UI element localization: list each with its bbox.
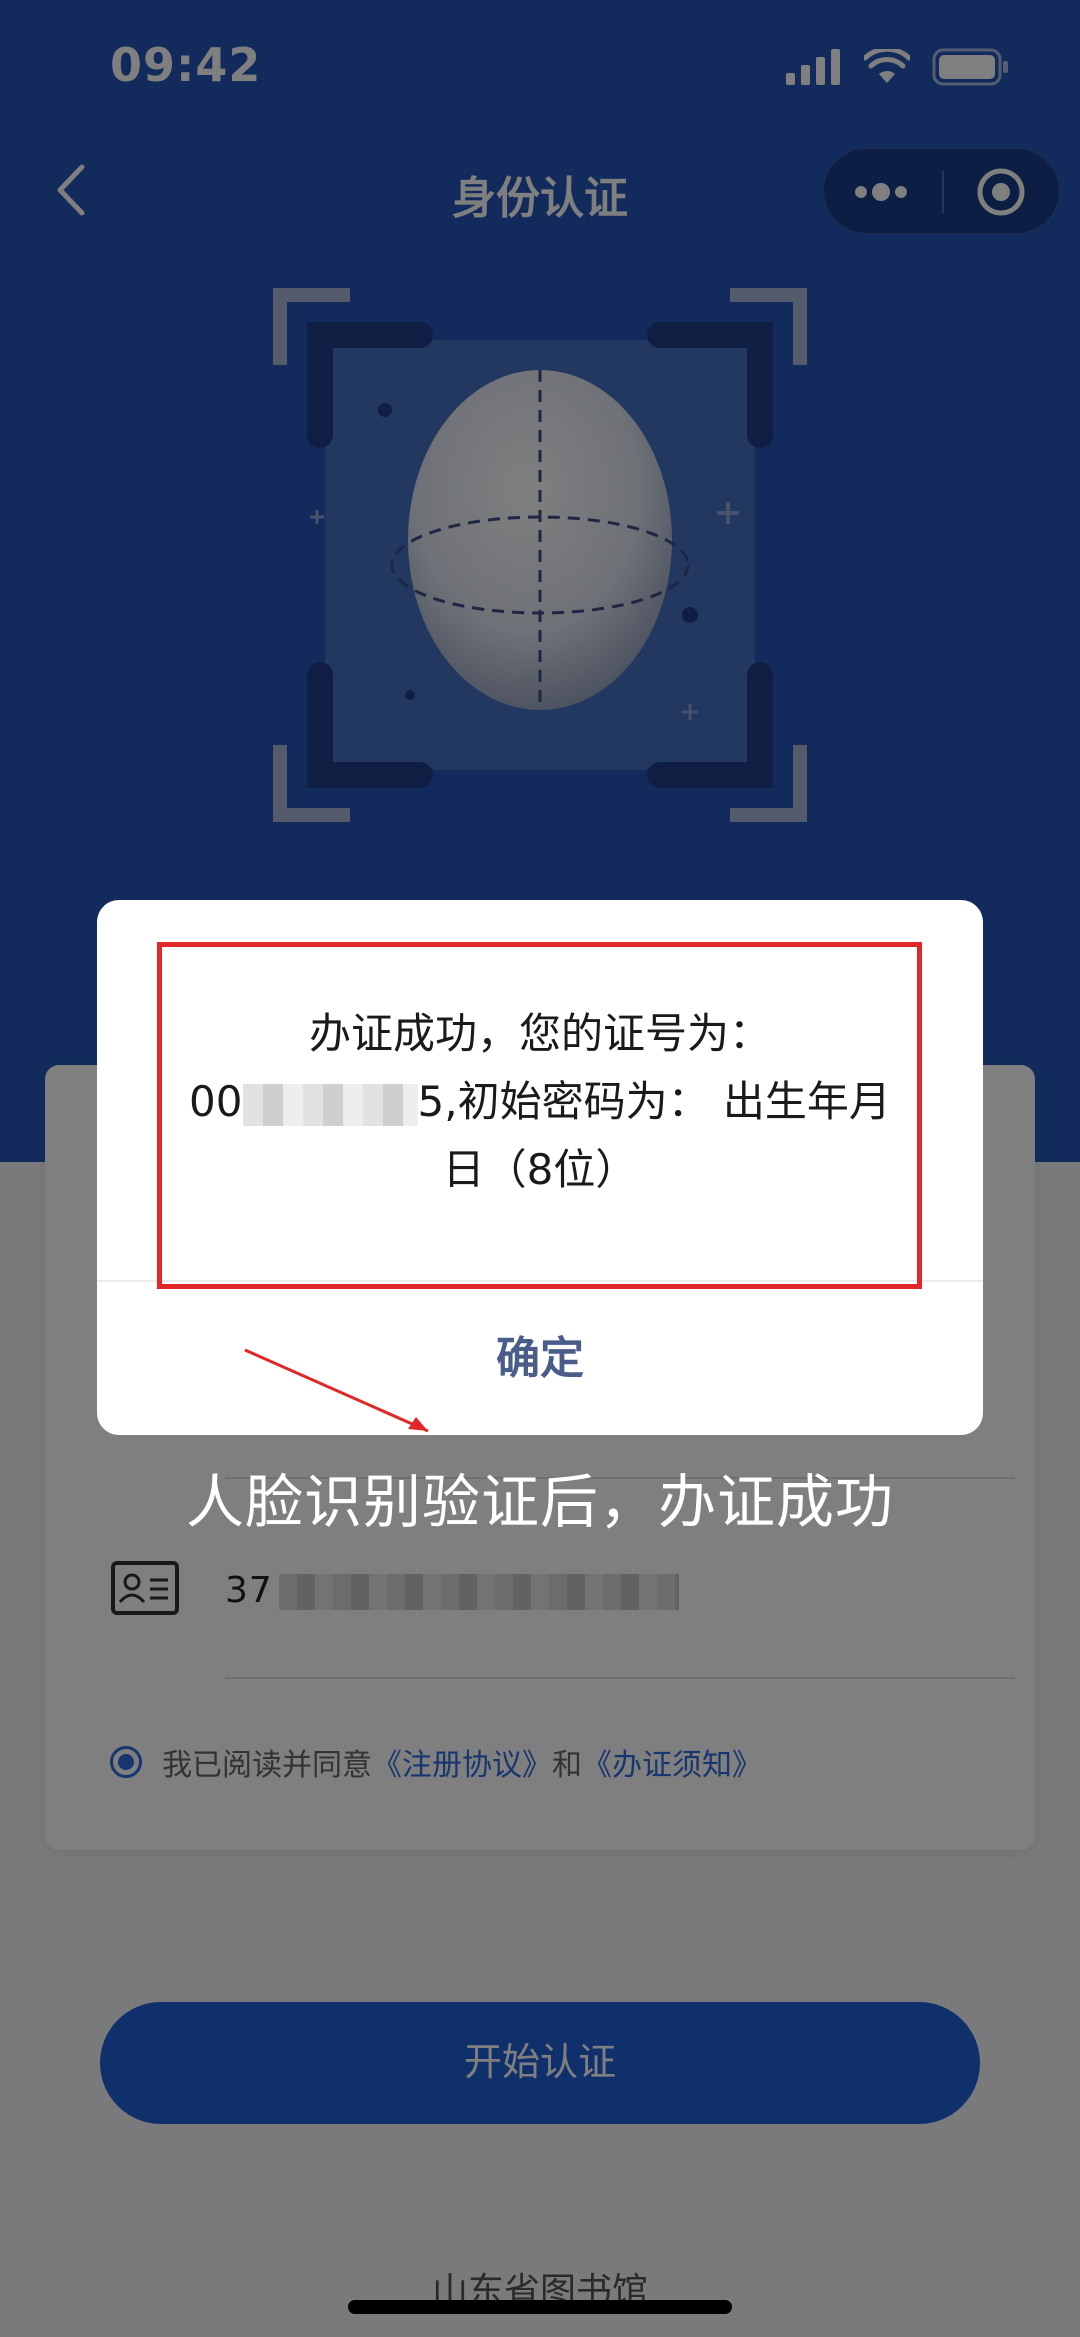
home-indicator xyxy=(348,2300,732,2314)
confirm-button[interactable]: 确定 xyxy=(97,1282,983,1435)
annotation-highlight-box xyxy=(157,942,922,1289)
app-screen: 09:42 身份认证 xyxy=(0,0,1080,2337)
annotation-arrow-icon xyxy=(244,1348,429,1433)
annotation-caption: 人脸识别验证后，办证成功 xyxy=(185,1468,894,1536)
